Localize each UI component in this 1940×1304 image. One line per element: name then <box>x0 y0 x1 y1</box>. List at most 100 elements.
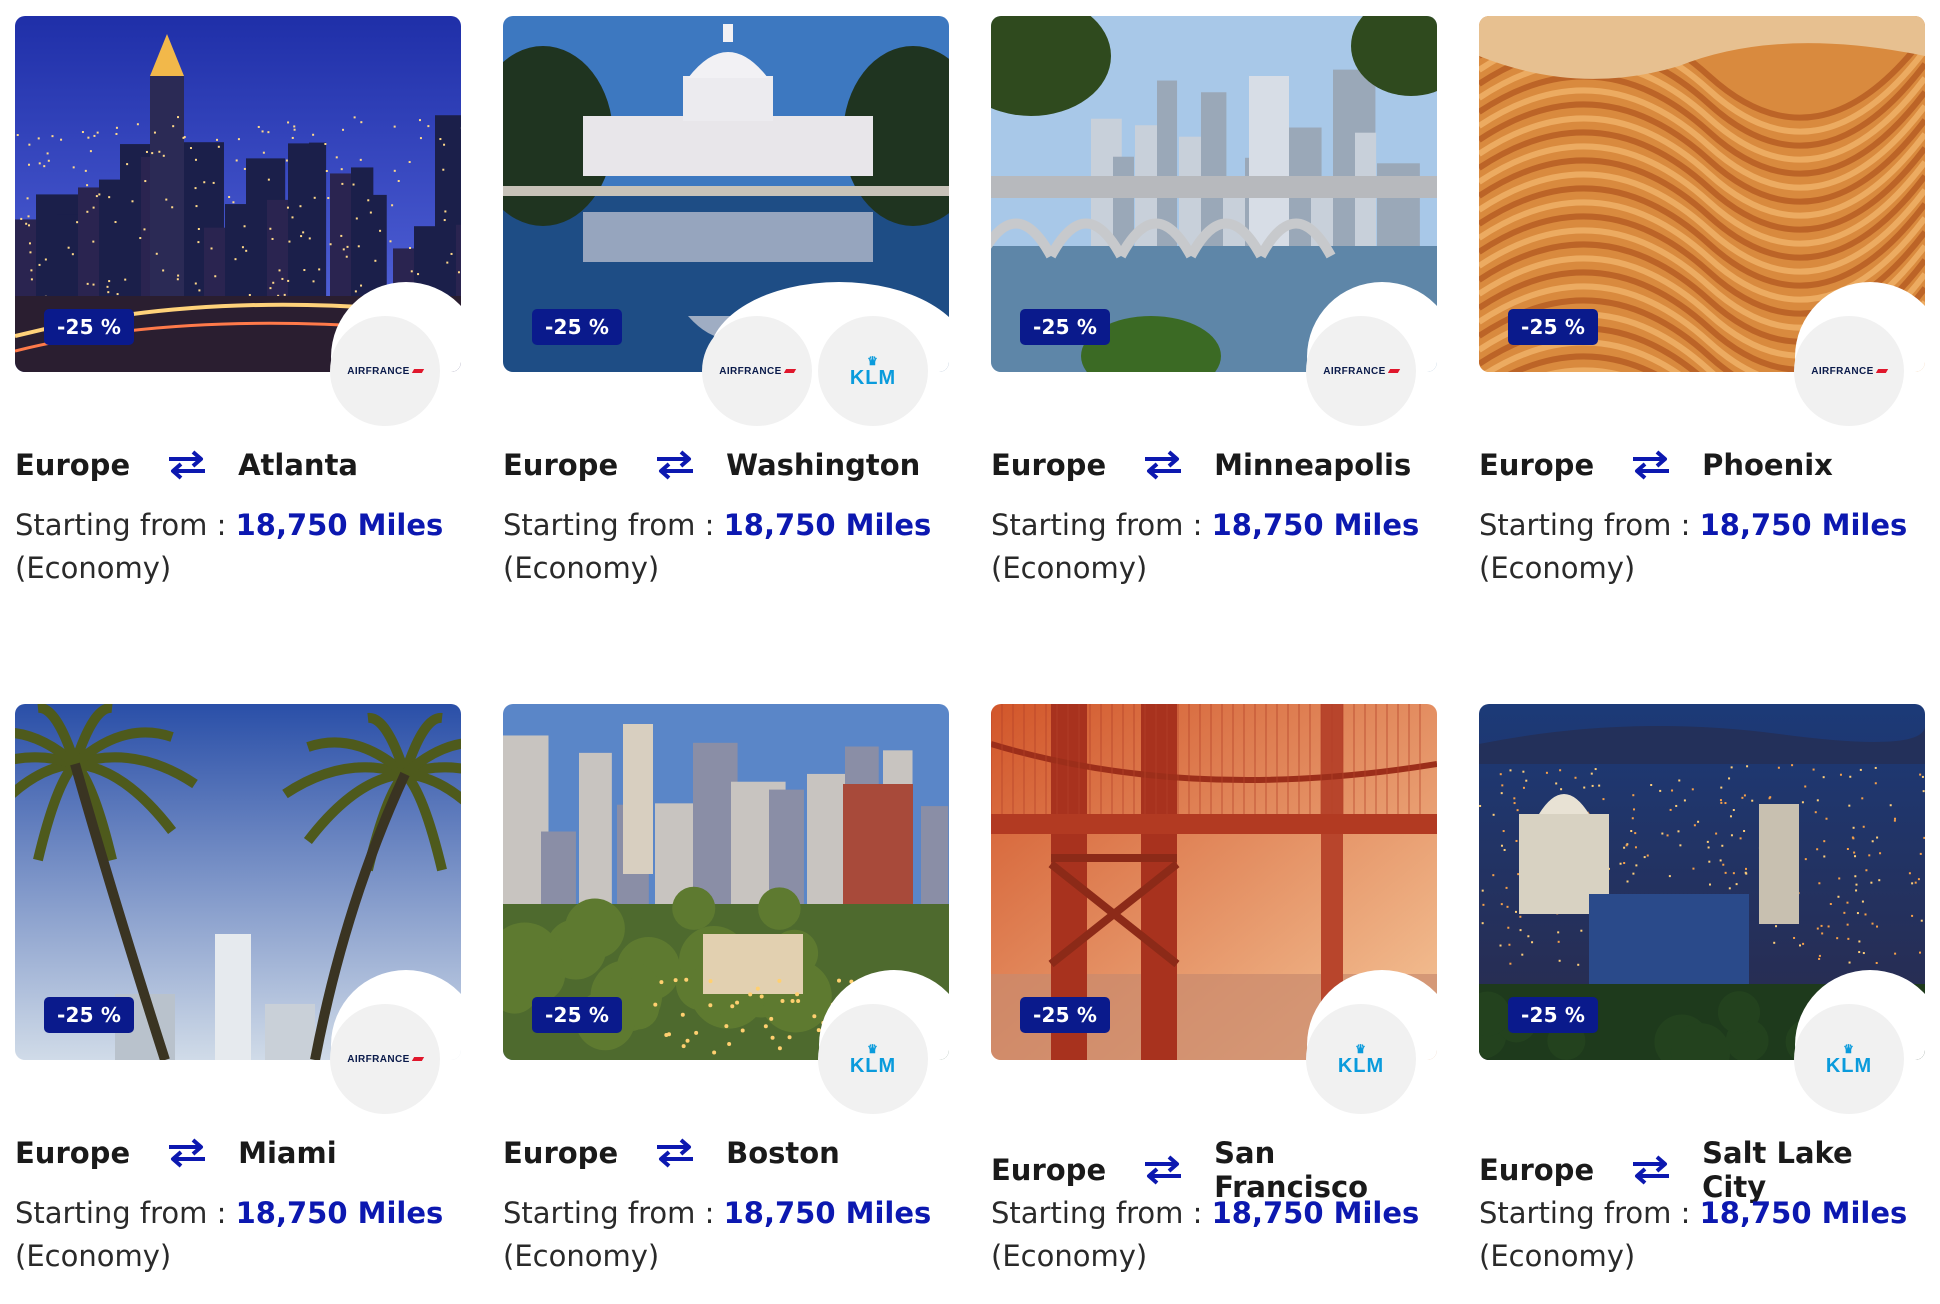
cabin-class: (Economy) <box>503 1239 659 1273</box>
klm-wordmark: ♛KLM <box>1338 1043 1384 1076</box>
route-title: Europe Atlanta <box>15 448 358 482</box>
klm-logo: ♛KLM <box>818 316 928 426</box>
airfrance-stripe-icon <box>1388 369 1400 373</box>
airline-logos: AIRFRANCE <box>330 316 440 426</box>
klm-logo: ♛KLM <box>1306 1004 1416 1114</box>
klm-crown-icon: ♛ <box>867 1043 879 1055</box>
price-block: Starting from : 18,750 Miles (Economy) <box>1479 504 1907 590</box>
price-miles: 18,750 Miles <box>236 1196 444 1230</box>
klm-logo-text: KLM <box>1826 1056 1872 1076</box>
route-title: Europe Boston <box>503 1136 840 1170</box>
offers-grid: -25 % AIRFRANCE Europe Atlanta Starting f… <box>15 16 1925 1304</box>
price-miles: 18,750 Miles <box>1700 1196 1908 1230</box>
roundtrip-arrows-icon <box>167 1137 207 1169</box>
offer-card[interactable]: -25 % AIRFRANCE EuropeMiami Starting fro… <box>15 704 461 1304</box>
airline-logos: AIRFRANCE <box>330 1004 440 1114</box>
discount-badge: -25 % <box>1020 997 1110 1033</box>
destination-label: Boston <box>726 1136 840 1170</box>
destination-label: Atlanta <box>238 448 358 482</box>
airfrance-logo: AIRFRANCE <box>330 1004 440 1114</box>
airfrance-logo: AIRFRANCE <box>1794 316 1904 426</box>
roundtrip-arrows-icon <box>167 449 207 481</box>
price-miles: 18,750 Miles <box>1212 1196 1420 1230</box>
roundtrip-arrows-icon <box>1631 1154 1671 1186</box>
airline-logos: AIRFRANCE <box>1794 316 1904 426</box>
route-title: Europe Miami <box>15 1136 337 1170</box>
roundtrip-arrows-icon <box>1143 449 1183 481</box>
price-block: Starting from : 18,750 Miles (Economy) <box>503 1192 931 1278</box>
airfrance-stripe-icon <box>412 369 424 373</box>
discount-badge: -25 % <box>44 997 134 1033</box>
roundtrip-arrows-icon <box>655 449 695 481</box>
airfrance-wordmark: AIRFRANCE <box>347 1054 423 1065</box>
airfrance-logo-text: AIRFRANCE <box>347 1054 410 1065</box>
price-block: Starting from : 18,750 Miles (Economy) <box>991 504 1419 590</box>
price-prefix: Starting from : <box>1479 508 1700 542</box>
klm-wordmark: ♛KLM <box>850 1043 896 1076</box>
price-miles: 18,750 Miles <box>1700 508 1908 542</box>
discount-badge: -25 % <box>1020 309 1110 345</box>
airline-logos: ♛KLM <box>1306 1004 1416 1114</box>
klm-logo: ♛KLM <box>1794 1004 1904 1114</box>
airfrance-wordmark: AIRFRANCE <box>1811 366 1887 377</box>
klm-logo-text: KLM <box>850 368 896 388</box>
price-prefix: Starting from : <box>1479 1196 1700 1230</box>
discount-badge: -25 % <box>532 997 622 1033</box>
discount-badge: -25 % <box>1508 309 1598 345</box>
airline-logos: ♛KLM <box>818 1004 928 1114</box>
cabin-class: (Economy) <box>1479 1239 1635 1273</box>
destination-label: Miami <box>238 1136 337 1170</box>
airline-logos: ♛KLM <box>1794 1004 1904 1114</box>
airfrance-wordmark: AIRFRANCE <box>347 366 423 377</box>
route-title: Europe Phoenix <box>1479 448 1833 482</box>
origin-label: Europe <box>503 1136 618 1170</box>
offer-card[interactable]: -25 % ♛KLM EuropeSalt Lake City Starting… <box>1479 704 1925 1304</box>
klm-wordmark: ♛KLM <box>850 355 896 388</box>
route-title: EuropeWashington <box>503 448 920 482</box>
klm-logo-text: KLM <box>1338 1056 1384 1076</box>
price-block: Starting from : 18,750 Miles(Economy) <box>15 504 443 590</box>
airfrance-logo: AIRFRANCE <box>1306 316 1416 426</box>
airfrance-logo: AIRFRANCE <box>330 316 440 426</box>
origin-label: Europe <box>1479 448 1594 482</box>
offer-card[interactable]: -25 % ♛KLM Europe Boston Starting from : … <box>503 704 949 1304</box>
airline-logos: AIRFRANCE <box>1306 316 1416 426</box>
offer-card[interactable]: -25 % AIRFRANCE♛KLM EuropeWashington Sta… <box>503 16 949 704</box>
airfrance-logo-text: AIRFRANCE <box>1811 366 1874 377</box>
price-miles: 18,750 Miles <box>1212 508 1420 542</box>
airfrance-logo: AIRFRANCE <box>702 316 812 426</box>
price-prefix: Starting from : <box>503 1196 724 1230</box>
price-miles: 18,750 Miles <box>724 1196 932 1230</box>
price-miles: 18,750 Miles <box>236 508 444 542</box>
price-block: Starting from : 18,750 Miles (Economy) <box>1479 1192 1907 1278</box>
offer-card[interactable]: -25 % AIRFRANCE Europe Atlanta Starting f… <box>15 16 461 704</box>
airfrance-logo-text: AIRFRANCE <box>719 366 782 377</box>
klm-logo-text: KLM <box>850 1056 896 1076</box>
destination-label: Phoenix <box>1702 448 1833 482</box>
origin-label: Europe <box>1479 1153 1594 1187</box>
origin-label: Europe <box>15 448 130 482</box>
airfrance-stripe-icon <box>1876 369 1888 373</box>
airfrance-wordmark: AIRFRANCE <box>719 366 795 377</box>
discount-badge: -25 % <box>44 309 134 345</box>
roundtrip-arrows-icon <box>655 1137 695 1169</box>
cabin-class: (Economy) <box>15 1239 171 1273</box>
price-prefix: Starting from : <box>991 508 1212 542</box>
klm-crown-icon: ♛ <box>867 355 879 367</box>
airfrance-stripe-icon <box>784 369 796 373</box>
airfrance-stripe-icon <box>412 1057 424 1061</box>
offer-card[interactable]: -25 % ♛KLM EuropeSan Francisco Starting … <box>991 704 1437 1304</box>
origin-label: Europe <box>15 1136 130 1170</box>
klm-logo: ♛KLM <box>818 1004 928 1114</box>
destination-label: Minneapolis <box>1214 448 1411 482</box>
price-block: Starting from : 18,750 Miles(Economy) <box>991 1192 1419 1278</box>
cabin-class: (Economy) <box>1479 551 1635 585</box>
origin-label: Europe <box>503 448 618 482</box>
price-miles: 18,750 Miles <box>724 508 932 542</box>
cabin-class: (Economy) <box>991 551 1147 585</box>
offer-card[interactable]: -25 % AIRFRANCE EuropeMinneapolis Starti… <box>991 16 1437 704</box>
route-title: EuropeMinneapolis <box>991 448 1411 482</box>
offer-card[interactable]: -25 % AIRFRANCE Europe Phoenix Starting f… <box>1479 16 1925 704</box>
price-prefix: Starting from : <box>991 1196 1212 1230</box>
airline-logos: AIRFRANCE ♛KLM <box>702 316 928 426</box>
